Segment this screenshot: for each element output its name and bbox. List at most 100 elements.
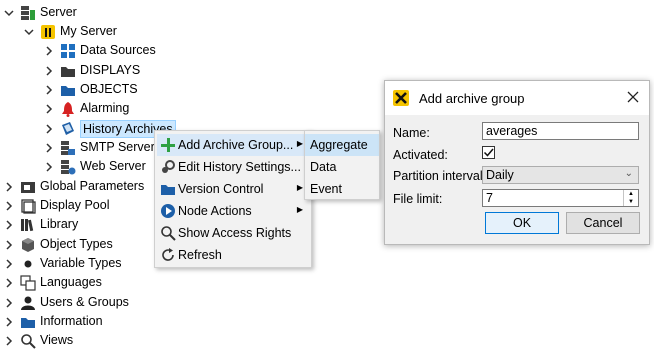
menu-item-show-access-rights[interactable]: Show Access Rights: [157, 222, 309, 244]
cancel-button-label: Cancel: [583, 216, 623, 230]
submenu-item-label: Event: [310, 182, 342, 196]
folder-icon: [20, 314, 36, 330]
chevron-right-icon[interactable]: [44, 142, 54, 153]
gears-icon: [160, 159, 176, 175]
tree-item-objects[interactable]: OBJECTS: [44, 80, 138, 99]
library-icon: [20, 217, 36, 233]
chevron-right-icon[interactable]: [4, 181, 14, 192]
ok-button[interactable]: OK: [485, 212, 559, 234]
chevron-right-icon[interactable]: [4, 258, 14, 269]
my-server-icon: [40, 24, 56, 40]
chevron-right-icon[interactable]: [44, 84, 54, 95]
tree-item-label: DISPLAYS: [80, 63, 141, 77]
tree-item-information[interactable]: Information: [4, 312, 103, 331]
name-field[interactable]: averages: [482, 122, 639, 140]
cube-icon: [20, 237, 36, 253]
file-limit-value: 7: [486, 191, 493, 205]
dialog-title: Add archive group: [419, 90, 525, 106]
chevron-down-icon[interactable]: [4, 8, 14, 18]
chevron-right-icon[interactable]: [44, 161, 54, 172]
chevron-right-icon[interactable]: [44, 123, 54, 134]
tree-item-smtp-server[interactable]: SMTP Server: [44, 138, 155, 157]
spin-down-icon[interactable]: ▼: [624, 198, 638, 206]
folder-icon: [60, 63, 76, 79]
menu-item-add-archive-group[interactable]: Add Archive Group... ▶: [157, 134, 309, 156]
tree-item-alarming[interactable]: Alarming: [44, 99, 129, 118]
add-archive-group-dialog: Add archive group Name: averages Activat…: [384, 80, 650, 245]
partition-interval-select[interactable]: Daily ⌄: [482, 166, 639, 184]
smtp-server-icon: [60, 140, 76, 156]
chevron-right-icon[interactable]: [4, 239, 14, 250]
activated-checkbox[interactable]: [482, 146, 495, 159]
chevron-right-icon[interactable]: [4, 297, 14, 308]
tree-item-label: Display Pool: [40, 198, 110, 212]
bullet-icon: [20, 256, 36, 272]
search-icon: [160, 225, 176, 241]
tree-item-global-parameters[interactable]: Global Parameters: [4, 177, 144, 196]
close-icon[interactable]: [625, 89, 641, 105]
dialog-title-bar[interactable]: Add archive group: [385, 81, 649, 115]
global-parameters-icon: [20, 179, 36, 195]
tree-item-languages[interactable]: Languages: [4, 273, 102, 292]
context-menu: Add Archive Group... ▶ Edit History Sett…: [154, 130, 312, 268]
file-limit-label: File limit:: [393, 192, 443, 206]
submenu-item-aggregate[interactable]: Aggregate: [305, 134, 379, 156]
menu-item-node-actions[interactable]: Node Actions ▶: [157, 200, 309, 222]
tree-item-my-server[interactable]: My Server: [24, 22, 117, 41]
tree-item-variable-types[interactable]: Variable Types: [4, 254, 122, 273]
tree-item-label: Languages: [40, 275, 102, 289]
menu-item-version-control[interactable]: Version Control ▶: [157, 178, 309, 200]
submenu-item-data[interactable]: Data: [305, 156, 379, 178]
partition-interval-label: Partition interval:: [393, 169, 487, 183]
tree-item-label: Users & Groups: [40, 295, 129, 309]
bell-icon: [60, 101, 76, 117]
tree-item-users-groups[interactable]: Users & Groups: [4, 293, 129, 312]
search-icon: [20, 333, 36, 349]
folder-icon: [60, 82, 76, 98]
tree-item-library[interactable]: Library: [4, 215, 78, 234]
tree-item-web-server[interactable]: Web Server: [44, 157, 146, 176]
tree-item-data-sources[interactable]: Data Sources: [44, 41, 156, 60]
tree-item-label: Views: [40, 333, 74, 347]
menu-item-label: Node Actions: [178, 204, 252, 218]
tree-item-label: Data Sources: [80, 43, 156, 57]
chevron-right-icon[interactable]: [44, 65, 54, 76]
checkmark-icon: [483, 148, 494, 157]
chevron-right-icon[interactable]: [4, 316, 14, 327]
tree-item-views[interactable]: Views: [4, 331, 73, 350]
chevron-right-icon[interactable]: [4, 219, 14, 230]
tree-item-label: Variable Types: [40, 256, 122, 270]
submenu-arrow-icon: ▶: [296, 183, 303, 192]
chevron-right-icon[interactable]: [44, 103, 54, 114]
partition-interval-value: Daily: [486, 168, 514, 182]
tree-item-label: OBJECTS: [80, 82, 138, 96]
chevron-right-icon[interactable]: [4, 335, 14, 346]
play-icon: [160, 203, 176, 219]
chevron-right-icon[interactable]: [4, 277, 14, 288]
refresh-icon: [160, 247, 176, 263]
ok-button-label: OK: [512, 216, 532, 230]
tree-item-object-types[interactable]: Object Types: [4, 235, 113, 254]
chevron-right-icon[interactable]: [44, 45, 54, 56]
submenu-item-label: Aggregate: [310, 138, 368, 152]
chevron-down-icon[interactable]: [24, 27, 34, 37]
web-server-icon: [60, 159, 76, 175]
tree-item-displays[interactable]: DISPLAYS: [44, 61, 140, 80]
submenu-item-event[interactable]: Event: [305, 178, 379, 200]
submenu-arrow-icon: ▶: [296, 205, 303, 214]
chevron-right-icon[interactable]: [4, 200, 14, 211]
menu-item-refresh[interactable]: Refresh: [157, 244, 309, 266]
app-logo-icon: [393, 90, 409, 106]
spin-up-icon[interactable]: ▲: [624, 190, 638, 198]
menu-item-edit-history-settings[interactable]: Edit History Settings...: [157, 156, 309, 178]
menu-item-label: Refresh: [178, 248, 222, 262]
file-limit-stepper[interactable]: 7 ▲ ▼: [482, 189, 639, 207]
tree-item-label: Alarming: [80, 101, 130, 115]
tree-item-label: Object Types: [40, 237, 113, 251]
tree-item-display-pool[interactable]: Display Pool: [4, 196, 109, 215]
cancel-button[interactable]: Cancel: [566, 212, 640, 234]
server-icon: [20, 5, 36, 21]
menu-item-label: Edit History Settings...: [178, 160, 301, 174]
tree-item-server[interactable]: Server: [4, 3, 77, 22]
spinner-buttons[interactable]: ▲ ▼: [623, 190, 638, 206]
